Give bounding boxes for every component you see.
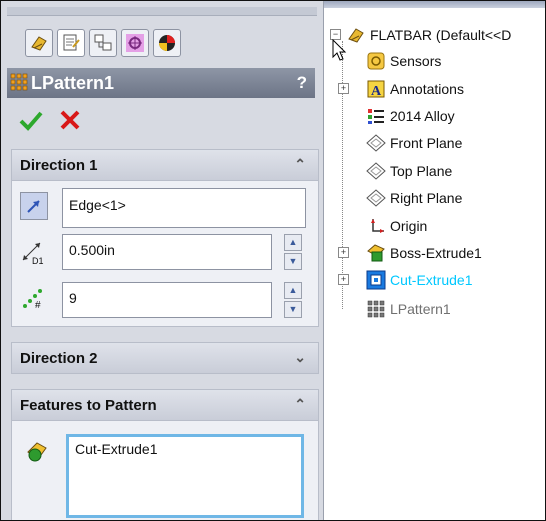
tree-item-annotations[interactable]: A Annotations	[366, 77, 464, 101]
selected-feature-item[interactable]: Cut-Extrude1	[75, 441, 295, 457]
cancel-x-icon[interactable]	[59, 109, 81, 131]
part-icon	[346, 25, 366, 45]
tree-item-top-plane[interactable]: Top Plane	[366, 159, 452, 183]
direction1-title: Direction 1	[20, 157, 98, 174]
tree-item-right-plane[interactable]: Right Plane	[366, 186, 462, 210]
property-manager-panel: LPattern1 ? Direction 1 ⌃ Edge<1> D1 0.5…	[1, 1, 324, 520]
linear-pattern-icon	[366, 299, 386, 319]
tree-item-origin[interactable]: Origin	[366, 214, 427, 238]
tree-item-label: Origin	[390, 218, 428, 234]
features-selection-icon	[24, 438, 50, 464]
sensors-icon	[366, 51, 386, 71]
reverse-direction-icon	[27, 200, 40, 213]
direction1-header[interactable]: Direction 1 ⌃	[12, 150, 318, 181]
dimxpert-icon	[126, 34, 144, 52]
instances-spinner[interactable]: ▲ ▼	[284, 282, 304, 322]
tree-item-label: LPattern1	[390, 301, 451, 317]
instances-label-icon: #	[20, 286, 46, 312]
feature-title: LPattern1	[31, 73, 115, 93]
boss-extrude-icon	[366, 243, 386, 263]
spin-up-icon[interactable]: ▲	[284, 234, 302, 251]
linear-pattern-icon	[10, 73, 28, 91]
dimxpert-manager-tab[interactable]	[121, 29, 149, 57]
feature-select-icon	[27, 442, 47, 462]
direction-edge-field[interactable]: Edge<1>	[62, 188, 306, 228]
spacing-label-icon: D1	[20, 240, 46, 266]
spin-up-icon[interactable]: ▲	[284, 282, 302, 299]
direction1-group: Direction 1 ⌃ Edge<1> D1 0.500in ▲ ▼ # 9…	[11, 149, 319, 327]
tree-item-boss-extrude[interactable]: Boss-Extrude1	[366, 241, 482, 265]
tree-item-cut-extrude[interactable]: Cut-Extrude1	[366, 268, 472, 292]
expand-chevron-icon[interactable]: ⌄	[294, 349, 306, 366]
property-manager-tab[interactable]	[57, 29, 85, 57]
plane-icon	[366, 188, 386, 208]
expand-toggle[interactable]: +	[338, 247, 349, 258]
tree-item-label: 2014 Alloy	[390, 108, 455, 124]
manager-tab-bar	[7, 7, 317, 61]
plane-icon	[366, 161, 386, 181]
tree-top-strip	[324, 1, 545, 8]
configuration-manager-tab[interactable]	[89, 29, 117, 57]
plane-icon	[366, 133, 386, 153]
tree-item-label: Cut-Extrude1	[390, 272, 473, 288]
feature-title-bar: LPattern1 ?	[7, 68, 315, 98]
svg-text:A: A	[371, 84, 382, 98]
spin-down-icon[interactable]: ▼	[284, 253, 302, 270]
expand-toggle[interactable]: +	[338, 274, 349, 285]
features-selection-box[interactable]: Cut-Extrude1	[66, 434, 304, 518]
root-label: FLATBAR (Default<<D	[370, 27, 512, 43]
expand-toggle[interactable]: +	[338, 83, 349, 94]
tree-item-material[interactable]: 2014 Alloy	[366, 104, 455, 128]
feature-tree-icon	[31, 36, 47, 51]
mouse-cursor-icon	[332, 39, 347, 61]
feature-manager-tab[interactable]	[25, 29, 53, 57]
annotations-icon: A	[366, 79, 386, 99]
tree-item-front-plane[interactable]: Front Plane	[366, 131, 462, 155]
tree-item-label: Annotations	[390, 81, 464, 97]
tree-item-label: Boss-Extrude1	[390, 245, 482, 261]
collapse-chevron-icon[interactable]: ⌃	[294, 396, 306, 413]
tab-bar-strip	[7, 7, 317, 16]
tree-item-label: Right Plane	[390, 190, 463, 206]
features-to-pattern-header[interactable]: Features to Pattern ⌃	[12, 390, 318, 421]
tree-item-sensors[interactable]: Sensors	[366, 49, 441, 73]
svg-text:D1: D1	[32, 256, 44, 266]
tree-item-label: Top Plane	[390, 163, 453, 179]
origin-icon	[366, 216, 386, 236]
direction2-title: Direction 2	[20, 350, 98, 367]
tree-root[interactable]: FLATBAR (Default<<D	[346, 23, 511, 47]
solidworks-window: LPattern1 ? Direction 1 ⌃ Edge<1> D1 0.5…	[0, 0, 546, 521]
tree-item-label: Front Plane	[390, 135, 463, 151]
reverse-direction-button[interactable]	[20, 192, 48, 220]
instances-count-icon: #	[23, 289, 42, 311]
collapse-chevron-icon[interactable]: ⌃	[294, 156, 306, 173]
features-to-pattern-title: Features to Pattern	[20, 397, 157, 414]
direction2-header[interactable]: Direction 2 ⌄	[12, 343, 318, 373]
property-sheet-icon	[63, 34, 80, 51]
spin-down-icon[interactable]: ▼	[284, 301, 302, 318]
spacing-dimension-icon: D1	[22, 242, 44, 266]
tree-item-lpattern[interactable]: LPattern1	[366, 297, 451, 321]
direction2-group: Direction 2 ⌄	[11, 342, 319, 374]
instances-input[interactable]: 9	[62, 282, 272, 318]
ok-checkmark-icon[interactable]	[19, 109, 43, 131]
tree-connector	[342, 41, 343, 309]
spacing-input[interactable]: 0.500in	[62, 234, 272, 270]
material-icon	[366, 106, 386, 126]
display-manager-icon	[159, 35, 175, 51]
help-button[interactable]: ?	[297, 73, 307, 93]
tree-item-label: Sensors	[390, 53, 442, 69]
display-manager-tab[interactable]	[153, 29, 181, 57]
svg-text:#: #	[35, 300, 41, 311]
features-to-pattern-group: Features to Pattern ⌃ Cut-Extrude1	[11, 389, 319, 520]
configuration-icon	[94, 34, 112, 51]
feature-manager-tree: − FLATBAR (Default<<D Sensors + A Annota…	[324, 1, 545, 520]
spacing-spinner[interactable]: ▲ ▼	[284, 234, 304, 274]
cut-extrude-icon	[366, 270, 386, 290]
